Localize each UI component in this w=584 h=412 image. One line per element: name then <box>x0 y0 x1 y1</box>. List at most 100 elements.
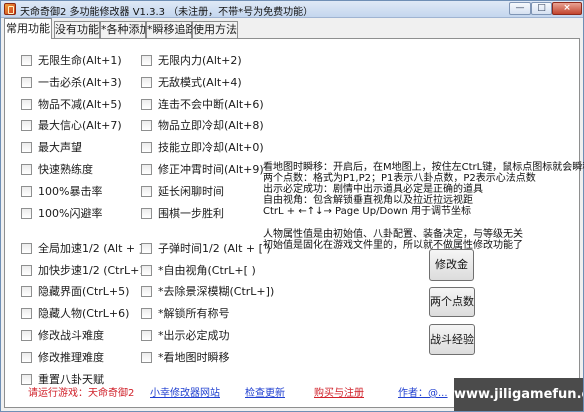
checkbox-box[interactable] <box>141 164 152 175</box>
help-line: CtrL + ←↑↓→ Page Up/Down 用于调节坐标 <box>263 206 471 217</box>
checkbox-label: 加快步速1/2 (CtrL+1) <box>38 264 151 277</box>
trainer-window: 天命奇御2 多功能修改器 V1.3.3 （未注册，不带*号为免费功能） — □ … <box>0 0 584 412</box>
checkbox-faster-walk[interactable]: 加快步速1/2 (CtrL+1) <box>21 264 151 278</box>
checkbox-label: *解锁所有称号 <box>158 307 230 320</box>
checkbox-box[interactable] <box>21 265 32 276</box>
checkbox-one-hit-kill[interactable]: 一击必杀(Alt+3) <box>21 76 122 90</box>
checkbox-item-instant-cooldown[interactable]: 物品立即冷却(Alt+8) <box>141 119 264 133</box>
checkbox-box[interactable] <box>141 208 152 219</box>
checkbox-god-mode[interactable]: 无敌模式(Alt+4) <box>141 76 242 90</box>
checkbox-hide-ui[interactable]: 隐藏界面(CtrL+5) <box>21 285 129 299</box>
checkbox-box[interactable] <box>141 352 152 363</box>
checkbox-label: *去除景深模糊(CtrL+]) <box>158 285 275 298</box>
checkbox-max-reputation[interactable]: 最大声望 <box>21 141 82 155</box>
check-update-link[interactable]: 检查更新 <box>245 384 285 399</box>
checkbox-label: 修改战斗难度 <box>38 329 104 342</box>
checkbox-max-confidence[interactable]: 最大信心(Alt+7) <box>21 119 122 133</box>
checkbox-box[interactable] <box>141 286 152 297</box>
maximize-button[interactable]: □ <box>531 2 552 15</box>
checkbox-full-dodge-rate[interactable]: 100%闪避率 <box>21 207 102 221</box>
checkbox-box[interactable] <box>141 55 152 66</box>
two-points-button[interactable]: 两个点数 <box>429 287 475 317</box>
checkbox-extend-chat-time[interactable]: 延长闲聊时间 <box>141 185 224 199</box>
tab-add-items[interactable]: *各种添加 <box>100 21 151 38</box>
checkbox-infinite-health[interactable]: 无限生命(Alt+1) <box>21 54 122 68</box>
checkbox-box[interactable] <box>21 77 32 88</box>
checkbox-combo-no-break[interactable]: 连击不会中断(Alt+6) <box>141 98 264 112</box>
checkbox-label: *看地图时瞬移 <box>158 351 230 364</box>
checkbox-items-no-decrease[interactable]: 物品不减(Alt+5) <box>21 98 122 112</box>
checkbox-fast-proficiency[interactable]: 快速熟练度 <box>21 163 93 177</box>
checkbox-box[interactable] <box>141 142 152 153</box>
checkbox-label: 最大信心(Alt+7) <box>38 119 122 132</box>
checkbox-box[interactable] <box>21 286 32 297</box>
checkbox-box[interactable] <box>21 208 32 219</box>
checkbox-global-speedup[interactable]: 全局加速1/2 (Alt + ] ) <box>21 242 151 256</box>
close-button[interactable]: × <box>552 2 582 15</box>
checkbox-box[interactable] <box>21 164 32 175</box>
tab-teleport-tracking[interactable]: *瞬移追踪 <box>146 21 197 38</box>
tab-no-functions[interactable]: 没有功能 <box>54 21 100 38</box>
title-bar[interactable]: 天命奇御2 多功能修改器 V1.3.3 （未注册，不带*号为免费功能） — □ … <box>1 1 583 18</box>
modify-money-button[interactable]: 修改金钱 <box>429 249 474 301</box>
checkbox-map-teleport[interactable]: *看地图时瞬移 <box>141 351 230 365</box>
checkbox-box[interactable] <box>21 243 32 254</box>
checkbox-fix-soaring-time[interactable]: 修正冲霄时间(Alt+9) <box>141 163 264 177</box>
checkbox-box[interactable] <box>21 55 32 66</box>
checkbox-infinite-mana[interactable]: 无限内力(Alt+2) <box>141 54 242 68</box>
checkbox-go-one-step-win[interactable]: 围棋一步胜利 <box>141 207 224 221</box>
checkbox-full-crit-rate[interactable]: 100%暴击率 <box>21 185 102 199</box>
checkbox-label: 全局加速1/2 (Alt + ] ) <box>38 242 151 255</box>
checkbox-label: 100%暴击率 <box>38 185 103 198</box>
battle-exp-button[interactable]: 战斗经验 <box>429 324 475 355</box>
checkbox-free-camera[interactable]: *自由视角(CtrL+[ ) <box>141 264 256 278</box>
checkbox-battle-difficulty[interactable]: 修改战斗难度 <box>21 329 104 343</box>
checkbox-box[interactable] <box>141 99 152 110</box>
checkbox-remove-dof-blur[interactable]: *去除景深模糊(CtrL+]) <box>141 285 274 299</box>
checkbox-present-always-success[interactable]: *出示必定成功 <box>141 329 230 343</box>
checkbox-label: 修改推理难度 <box>38 351 104 364</box>
checkbox-label: 快速熟练度 <box>38 163 93 176</box>
checkbox-box[interactable] <box>141 120 152 131</box>
buy-register-link[interactable]: 购买与注册 <box>314 384 364 399</box>
help-line: 自由视角：包含解锁垂直视角以及拉近拉远视距 <box>263 195 473 206</box>
help-line: 两个点数：格式为P1,P2；P1表示八卦点数，P2表示心法点数 <box>263 173 536 184</box>
help-line: 看地图时瞬移：开启后，在M地图上，按住左CtrL键，鼠标点图标就会瞬移 <box>263 162 584 173</box>
checkbox-box[interactable] <box>21 186 32 197</box>
checkbox-label: 最大声望 <box>38 141 82 154</box>
checkbox-label: 100%闪避率 <box>38 207 103 220</box>
checkbox-label: 隐藏界面(CtrL+5) <box>38 285 130 298</box>
checkbox-box[interactable] <box>141 308 152 319</box>
checkbox-deduction-difficulty[interactable]: 修改推理难度 <box>21 351 104 365</box>
help-line: 人物属性值是由初始值、八卦配置、装备决定，与等级无关 <box>263 229 523 240</box>
checkbox-box[interactable] <box>21 308 32 319</box>
tab-common-functions[interactable]: 常用功能 <box>4 18 52 39</box>
checkbox-label: *出示必定成功 <box>158 329 230 342</box>
checkbox-box[interactable] <box>141 330 152 341</box>
checkbox-label: 围棋一步胜利 <box>158 207 224 220</box>
checkbox-box[interactable] <box>21 330 32 341</box>
checkbox-hide-character[interactable]: 隐藏人物(CtrL+6) <box>21 307 129 321</box>
tab-usage-guide[interactable]: 使用方法 <box>192 21 238 38</box>
app-icon <box>4 3 16 15</box>
checkbox-box[interactable] <box>141 186 152 197</box>
checkbox-box[interactable] <box>21 120 32 131</box>
trainer-site-link[interactable]: 小幸修改器网站 <box>150 384 220 399</box>
checkbox-unlock-all-titles[interactable]: *解锁所有称号 <box>141 307 230 321</box>
checkbox-box[interactable] <box>141 77 152 88</box>
author-link[interactable]: 作者：@... <box>398 384 448 399</box>
checkbox-box[interactable] <box>21 352 32 363</box>
checkbox-box[interactable] <box>21 142 32 153</box>
checkbox-label: 无限内力(Alt+2) <box>158 54 242 67</box>
checkbox-label: 一击必杀(Alt+3) <box>38 76 122 89</box>
minimize-button[interactable]: — <box>509 2 531 15</box>
checkbox-box[interactable] <box>21 99 32 110</box>
checkbox-box[interactable] <box>141 243 152 254</box>
checkbox-label: 无敌模式(Alt+4) <box>158 76 242 89</box>
checkbox-box[interactable] <box>141 265 152 276</box>
checkbox-label: 无限生命(Alt+1) <box>38 54 122 67</box>
checkbox-bullet-time[interactable]: 子弹时间1/2 (Alt + [ ) <box>141 242 271 256</box>
window-title: 天命奇御2 多功能修改器 V1.3.3 （未注册，不带*号为免费功能） <box>20 7 314 18</box>
help-text-block: 看地图时瞬移：开启后，在M地图上，按住左CtrL键，鼠标点图标就会瞬移 两个点数… <box>263 162 584 251</box>
checkbox-skill-instant-cooldown[interactable]: 技能立即冷却(Alt+0) <box>141 141 264 155</box>
